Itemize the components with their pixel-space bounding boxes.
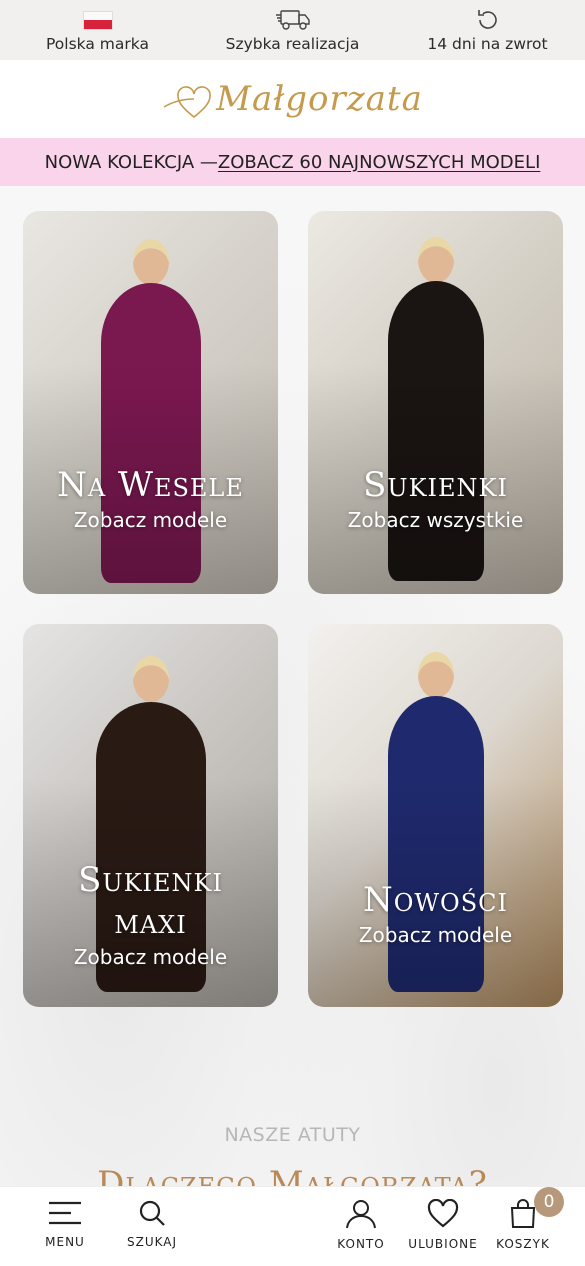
category-title: Sukienki	[363, 465, 508, 505]
category-card-wedding[interactable]: Na Wesele Zobacz modele	[23, 211, 278, 594]
logo-text: Małgorzata	[216, 79, 423, 119]
search-button[interactable]: SZUKAJ	[117, 1199, 187, 1249]
category-title: Nowości	[362, 880, 509, 920]
section-label: NASZE ATUTY	[224, 1124, 361, 1146]
benefit-fast-delivery: Szybka realizacja	[198, 7, 388, 53]
cart-button[interactable]: KOSZYK 0	[488, 1187, 564, 1251]
promo-link[interactable]: ZOBACZ 60 NAJNOWSZYCH MODELI	[218, 152, 540, 173]
category-card-new[interactable]: Nowości Zobacz modele	[308, 624, 563, 1007]
menu-button[interactable]: MENU	[30, 1199, 100, 1249]
heart-icon	[427, 1199, 459, 1228]
category-card-maxi[interactable]: Sukienki maxi Zobacz modele	[23, 624, 278, 1007]
benefit-label: Szybka realizacja	[225, 35, 360, 53]
bottom-navigation: MENU SZUKAJ KONTO ULUBIONE KOSZYK 0	[0, 1186, 585, 1266]
search-icon	[139, 1200, 165, 1226]
category-title: Sukienki	[78, 860, 223, 900]
brand-logo[interactable]: Małgorzata	[162, 77, 423, 121]
account-label: KONTO	[337, 1237, 385, 1251]
delivery-truck-icon	[275, 7, 311, 33]
hamburger-menu-icon	[49, 1201, 81, 1225]
user-icon	[346, 1200, 376, 1229]
benefits-bar: Polska marka Szybka realizacja 14 dni na…	[0, 0, 585, 60]
benefit-label: Polska marka	[46, 35, 149, 53]
heart-logo-icon	[163, 86, 211, 119]
menu-label: MENU	[45, 1235, 85, 1249]
return-arrow-icon	[475, 7, 501, 33]
section-title: Dlaczego Małgorzata?	[97, 1164, 488, 1186]
category-subtitle: Zobacz modele	[358, 923, 513, 947]
category-title-line2: maxi	[114, 902, 187, 942]
category-card-dresses[interactable]: Sukienki Zobacz wszystkie	[308, 211, 563, 594]
category-grid: Na Wesele Zobacz modele Sukienki Zobacz …	[0, 186, 585, 1186]
benefit-label: 14 dni na zwrot	[427, 35, 548, 53]
poland-flag-icon	[82, 7, 113, 33]
benefit-polish-brand: Polska marka	[3, 7, 193, 53]
category-subtitle: Zobacz modele	[73, 508, 228, 532]
favorites-button[interactable]: ULUBIONE	[408, 1199, 478, 1251]
benefit-returns: 14 dni na zwrot	[393, 7, 583, 53]
cart-count-badge: 0	[534, 1187, 564, 1217]
account-button[interactable]: KONTO	[326, 1199, 396, 1251]
cart-label: KOSZYK	[496, 1237, 550, 1251]
promo-banner: NOWA KOLEKCJA — ZOBACZ 60 NAJNOWSZYCH MO…	[0, 138, 585, 186]
category-subtitle: Zobacz modele	[73, 945, 228, 969]
shopping-bag-icon	[510, 1199, 536, 1228]
search-label: SZUKAJ	[126, 1235, 178, 1249]
category-title: Na Wesele	[57, 465, 244, 505]
promo-prefix: NOWA KOLEKCJA —	[44, 151, 218, 173]
header-logo-bar: Małgorzata	[0, 60, 585, 138]
category-subtitle: Zobacz wszystkie	[347, 508, 524, 532]
favorites-label: ULUBIONE	[408, 1237, 478, 1251]
